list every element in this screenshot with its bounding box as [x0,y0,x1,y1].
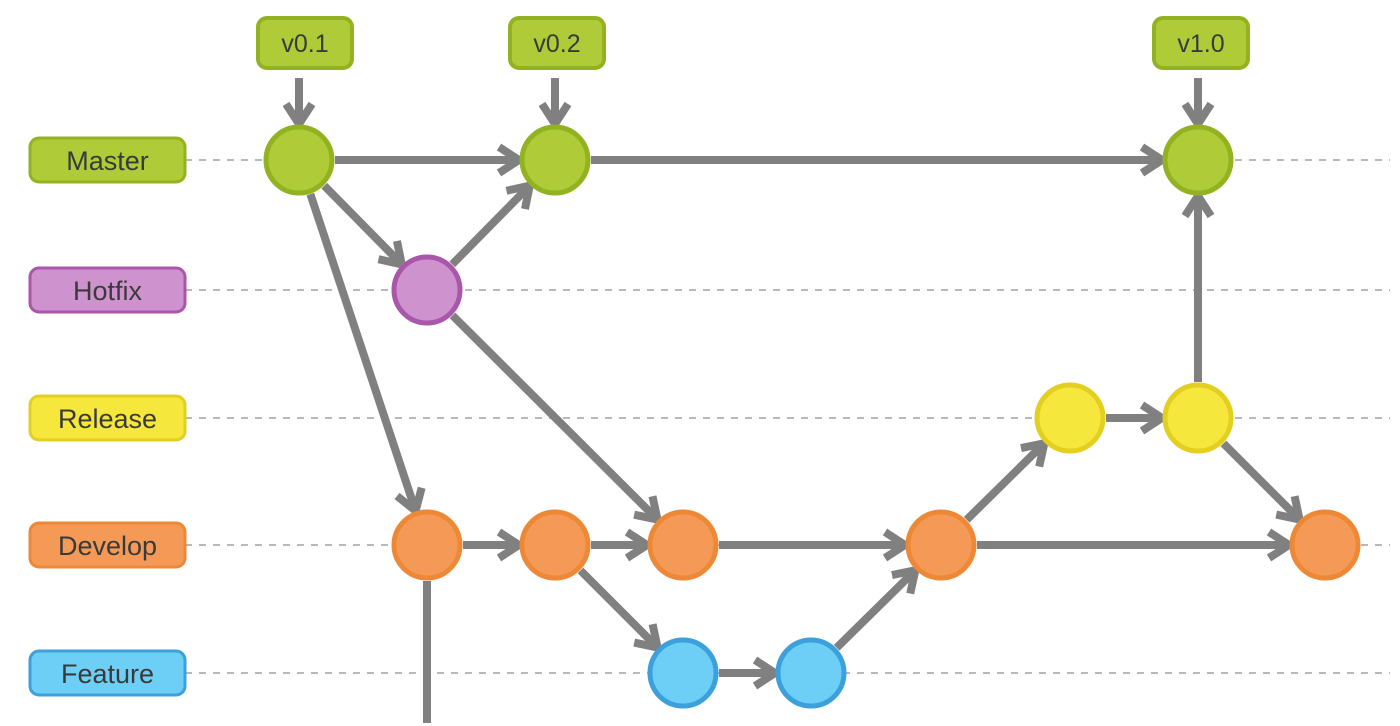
tag-connector-t3 [1181,78,1215,132]
lane-label-text-release: Release [58,404,157,434]
edge-e-r2-d5 [1220,440,1305,525]
tag-connector-t2 [538,78,572,132]
edge-e-d1-d2 [463,528,527,562]
tag-connector-t1 [282,78,316,132]
lane-label-master[interactable]: Master [28,136,187,184]
lane-label-text-develop: Develop [58,531,157,561]
edge-e-d4-d5 [977,528,1297,562]
lane-label-text-hotfix: Hotfix [73,276,143,306]
edge-line-e-r2-d5 [1220,440,1303,523]
gitflow-canvas: MasterHotfixReleaseDevelopFeature v0.1 v0… [28,16,1390,723]
edge-line-e-d4-r1 [963,440,1048,523]
edge-e-d2-d3 [591,528,655,562]
version-tag-text-t2: v0.2 [533,30,580,58]
commit-node-m2[interactable] [519,124,591,196]
commit-node-r2[interactable] [1162,382,1234,454]
commit-node-m1[interactable] [263,124,335,196]
lane-label-text-feature: Feature [61,659,154,689]
commit-node-f1[interactable] [647,637,719,709]
version-tag-v0-1[interactable]: v0.1 [256,16,354,70]
edge-line-e-m1-h1 [321,182,405,268]
edge-e-f1-f2 [719,656,783,690]
lane-label-text-master: Master [66,146,149,176]
version-tag-v1-0[interactable]: v1.0 [1152,16,1250,70]
lane-label-hotfix[interactable]: Hotfix [28,266,187,314]
commit-node-d4[interactable] [905,509,977,581]
edge-e-m1-m2 [335,143,527,177]
lane-labels-layer: Master Hotfix Release Develop Feature [28,136,187,697]
edge-e-d4-r1 [963,438,1050,523]
edge-e-h1-m2 [449,180,535,268]
edge-e-d3-d4 [719,528,913,562]
version-tag-v0-2[interactable]: v0.2 [508,16,606,70]
edge-e-m1-d1 [306,192,426,518]
version-tag-text-t1: v0.1 [281,30,328,58]
edge-line-e-f2-d4 [833,567,919,651]
edge-e-d2-f1 [577,567,663,653]
edges-layer [306,143,1305,723]
tag-connectors-layer [282,78,1215,132]
commit-node-d2[interactable] [519,509,591,581]
edge-e-r1-r2 [1106,401,1170,435]
commit-node-m3[interactable] [1162,124,1234,196]
commit-node-f2[interactable] [775,637,847,709]
edge-e-m1-h1 [321,182,407,270]
version-tag-text-t3: v1.0 [1177,30,1224,58]
edge-e-f2-d4 [833,565,921,651]
lane-label-feature[interactable]: Feature [28,649,187,697]
lane-label-develop[interactable]: Develop [28,521,187,569]
gitflow-diagram: Master Hotfix Release Develop Feature v0.1 v0… [0,0,1400,726]
edge-line-e-h1-m2 [449,182,533,268]
commit-node-r1[interactable] [1034,382,1106,454]
version-tags-layer: v0.1 v0.2 v1.0 [256,16,1250,70]
lane-label-release[interactable]: Release [28,394,187,442]
commit-node-d1[interactable] [391,509,463,581]
commit-node-d5[interactable] [1289,509,1361,581]
edge-line-e-d2-f1 [577,567,661,651]
edge-e-m2-m3 [591,143,1170,177]
commit-node-d3[interactable] [647,509,719,581]
commit-node-h1[interactable] [391,254,463,326]
